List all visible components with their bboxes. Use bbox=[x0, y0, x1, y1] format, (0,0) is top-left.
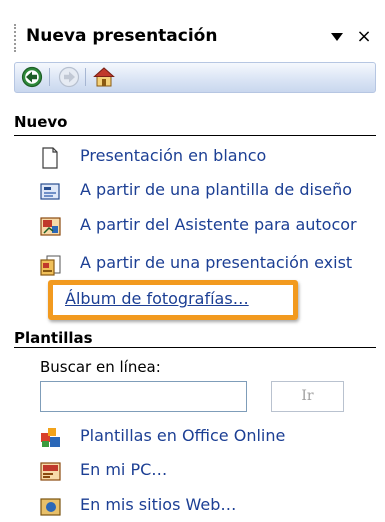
autocontent-wizard-icon bbox=[40, 216, 61, 236]
templates-office-online-label: Plantillas en Office Online bbox=[80, 426, 286, 445]
templates-my-pc-label: En mi PC… bbox=[80, 460, 168, 479]
back-arrow-icon bbox=[21, 66, 43, 88]
new-from-design-template-label: A partir de una plantilla de diseño bbox=[80, 180, 353, 199]
existing-presentation-icon bbox=[40, 254, 61, 276]
task-pane-menu-button[interactable] bbox=[327, 29, 347, 47]
toolbar-separator bbox=[85, 68, 86, 86]
task-pane: Nueva presentación × Nuevo Presentación … bbox=[0, 0, 385, 516]
new-from-autocontent-wizard-label: A partir del Asistente para autocor bbox=[80, 215, 357, 234]
go-button[interactable]: Ir bbox=[271, 381, 344, 412]
triangle-down-icon bbox=[331, 33, 343, 41]
close-button[interactable]: × bbox=[353, 27, 375, 47]
search-online-input[interactable] bbox=[40, 381, 247, 412]
new-blank-presentation-label: Presentación en blanco bbox=[80, 146, 267, 165]
pane-right-edge bbox=[381, 0, 385, 515]
office-online-icon bbox=[40, 427, 60, 447]
section-divider bbox=[14, 347, 376, 348]
task-pane-grip[interactable] bbox=[14, 24, 20, 52]
search-online-label: Buscar en línea: bbox=[40, 358, 161, 376]
blank-document-icon bbox=[40, 147, 60, 169]
photo-album-link[interactable]: Álbum de fotografías… bbox=[65, 289, 249, 308]
back-button[interactable] bbox=[21, 66, 43, 88]
toolbar-separator bbox=[49, 68, 50, 86]
my-pc-icon bbox=[40, 461, 61, 481]
task-pane-nav-toolbar bbox=[14, 62, 376, 93]
home-icon bbox=[93, 67, 115, 87]
forward-button[interactable] bbox=[58, 66, 80, 88]
section-divider bbox=[14, 135, 376, 136]
home-button[interactable] bbox=[93, 66, 115, 88]
my-websites-icon bbox=[40, 496, 61, 516]
section-nuevo-heading: Nuevo bbox=[14, 113, 68, 131]
forward-arrow-icon bbox=[58, 66, 80, 88]
close-icon: × bbox=[356, 26, 372, 47]
templates-my-websites-label: En mis sitios Web… bbox=[80, 495, 237, 514]
task-pane-title: Nueva presentación bbox=[26, 26, 218, 46]
new-from-existing-presentation-label: A partir de una presentación exist bbox=[80, 253, 353, 272]
section-plantillas-heading: Plantillas bbox=[14, 329, 93, 347]
design-template-icon bbox=[40, 181, 60, 201]
